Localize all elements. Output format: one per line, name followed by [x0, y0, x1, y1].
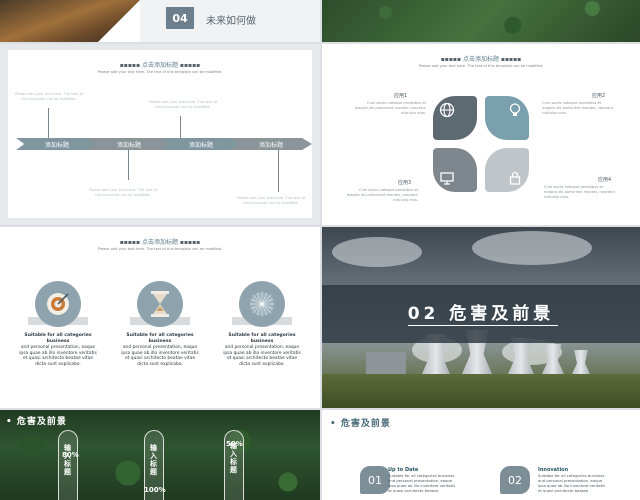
hourglass-icon: [150, 291, 170, 321]
stat-label-1: 输入标题: [64, 444, 71, 477]
globe-icon: [439, 102, 455, 118]
placeholder-text-1: Please add your text here. The text of t…: [14, 92, 84, 101]
slide-thumbnail-7[interactable]: • 危害及前景 输入标题 80% 输入标题 100% 输入标题 50%: [0, 410, 320, 500]
feature-text-3: and personal presentation, eaque ipsa qu…: [223, 345, 301, 368]
stat-value-1: 80%: [62, 451, 79, 459]
feature-title-2: Suitable for all categories business: [126, 333, 194, 344]
application-text-3: Cum sociis natoque penatibus et magnis d…: [346, 188, 418, 202]
heading-text: 点击添加标题: [462, 56, 499, 63]
petal-bottom-left: [433, 148, 477, 192]
ground: [322, 374, 640, 408]
item-number-badge-2: 02: [500, 466, 530, 494]
autumn-photo: [0, 0, 140, 42]
heading-text: 点击添加标题: [141, 62, 178, 69]
connector-line-3: [128, 150, 129, 180]
slide-heading: ▪▪▪▪▪ 点击添加标题 ▪▪▪▪▪: [119, 62, 201, 69]
slide-heading: ▪▪▪▪▪ 点击添加标题 ▪▪▪▪▪: [119, 239, 201, 246]
section-title-text: 危害及前景: [340, 419, 391, 429]
application-label-2: 应用2: [592, 93, 606, 99]
slide-thumbnail-2[interactable]: [322, 0, 640, 42]
title-underline: [408, 325, 558, 326]
stat-label-2: 输入标题: [150, 444, 157, 477]
section-number-badge: 04: [166, 7, 194, 29]
lightbulb-icon: [507, 102, 523, 118]
timeline-step-4: 添加标题: [230, 138, 312, 150]
petal-bottom-right: [485, 148, 529, 192]
slide-thumbnail-8[interactable]: • 危害及前景 01 Up to Date Suitable for all c…: [322, 410, 640, 500]
cloud: [472, 231, 592, 265]
stat-value-2: 100%: [144, 486, 166, 494]
application-label-3: 应用3: [398, 180, 412, 186]
slide-heading: ▪▪▪▪▪ 点击添加标题 ▪▪▪▪▪: [440, 56, 522, 63]
petal-top-right: [485, 96, 529, 140]
feature-circle-1: [35, 281, 81, 327]
item-number-badge-1: 01: [360, 466, 390, 494]
section-title: 未来如何做: [206, 16, 256, 27]
connector-line-4: [278, 150, 279, 192]
forest-photo: [322, 0, 640, 42]
factory-building: [366, 352, 406, 374]
timeline-step-1: 添加标题: [16, 138, 98, 150]
timeline-step-3: 添加标题: [160, 138, 242, 150]
timeline-arrow: 添加标题 添加标题 添加标题 添加标题: [16, 138, 312, 150]
section-title: • 危害及前景: [330, 419, 391, 429]
slide-thumbnail-1[interactable]: 04 未来如何做: [0, 0, 320, 42]
lock-icon: [507, 170, 523, 186]
connector-line-1: [48, 108, 49, 138]
feature-text-2: and personal presentation, eaque ipsa qu…: [121, 345, 199, 368]
feature-text-1: and personal presentation, eaque ipsa qu…: [19, 345, 97, 368]
timeline-step-2: 添加标题: [88, 138, 170, 150]
stat-value-3: 50%: [226, 440, 243, 448]
section-title-text: 危害及前景: [16, 417, 67, 427]
target-icon: [46, 292, 70, 320]
application-label-1: 应用1: [394, 93, 408, 99]
section-title: 02 危害及前景: [407, 304, 555, 324]
slide-grid: 04 未来如何做 ▪▪▪▪▪ 点击添加标题 ▪▪▪▪▪ Please add y…: [0, 0, 640, 500]
slide-subtitle: Please add your text here. The text of t…: [418, 64, 544, 68]
placeholder-text-3: Please add your text here. The text of t…: [88, 188, 158, 197]
item-text-2: Suitable for all categories business and…: [538, 473, 606, 493]
slide-thumbnail-3[interactable]: ▪▪▪▪▪ 点击添加标题 ▪▪▪▪▪ Please add your text …: [0, 44, 320, 225]
slide-thumbnail-6[interactable]: 02 危害及前景: [322, 227, 640, 408]
x-diagram: [433, 96, 529, 192]
center-circle: [467, 130, 495, 158]
slide-thumbnail-5[interactable]: ▪▪▪▪▪ 点击添加标题 ▪▪▪▪▪ Please add your text …: [0, 227, 320, 408]
slide-thumbnail-4[interactable]: ▪▪▪▪▪ 点击添加标题 ▪▪▪▪▪ Please add your text …: [322, 44, 640, 225]
slide-subtitle: Please add your text here. The text of t…: [97, 70, 223, 74]
application-text-4: Cum sociis natoque penatibus et magnis d…: [544, 185, 616, 199]
dandelion-icon: [248, 290, 276, 322]
feature-title-1: Suitable for all categories business: [24, 333, 92, 344]
item-text-1: Suitable for all categories business and…: [388, 473, 456, 493]
cloud: [332, 237, 422, 267]
monitor-icon: [439, 170, 455, 186]
feature-circle-3: [239, 281, 285, 327]
section-title: • 危害及前景: [6, 417, 67, 427]
connector-line-2: [180, 116, 181, 138]
heading-text: 点击添加标题: [141, 239, 178, 246]
placeholder-text-2: Please add your text here. The text of t…: [148, 100, 218, 109]
timeline-card: ▪▪▪▪▪ 点击添加标题 ▪▪▪▪▪ Please add your text …: [8, 50, 312, 218]
application-label-4: 应用4: [598, 177, 612, 183]
application-text-2: Cum sociis natoque penatibus et magnis d…: [542, 101, 614, 115]
application-text-1: Cum sociis natoque penatibus et magnis d…: [354, 101, 426, 115]
feature-circle-2: [137, 281, 183, 327]
slide-subtitle: Please add your text here. The text of t…: [97, 247, 223, 251]
placeholder-text-4: Please add your text here. The text of t…: [236, 196, 306, 205]
feature-title-3: Suitable for all categories business: [228, 333, 296, 344]
